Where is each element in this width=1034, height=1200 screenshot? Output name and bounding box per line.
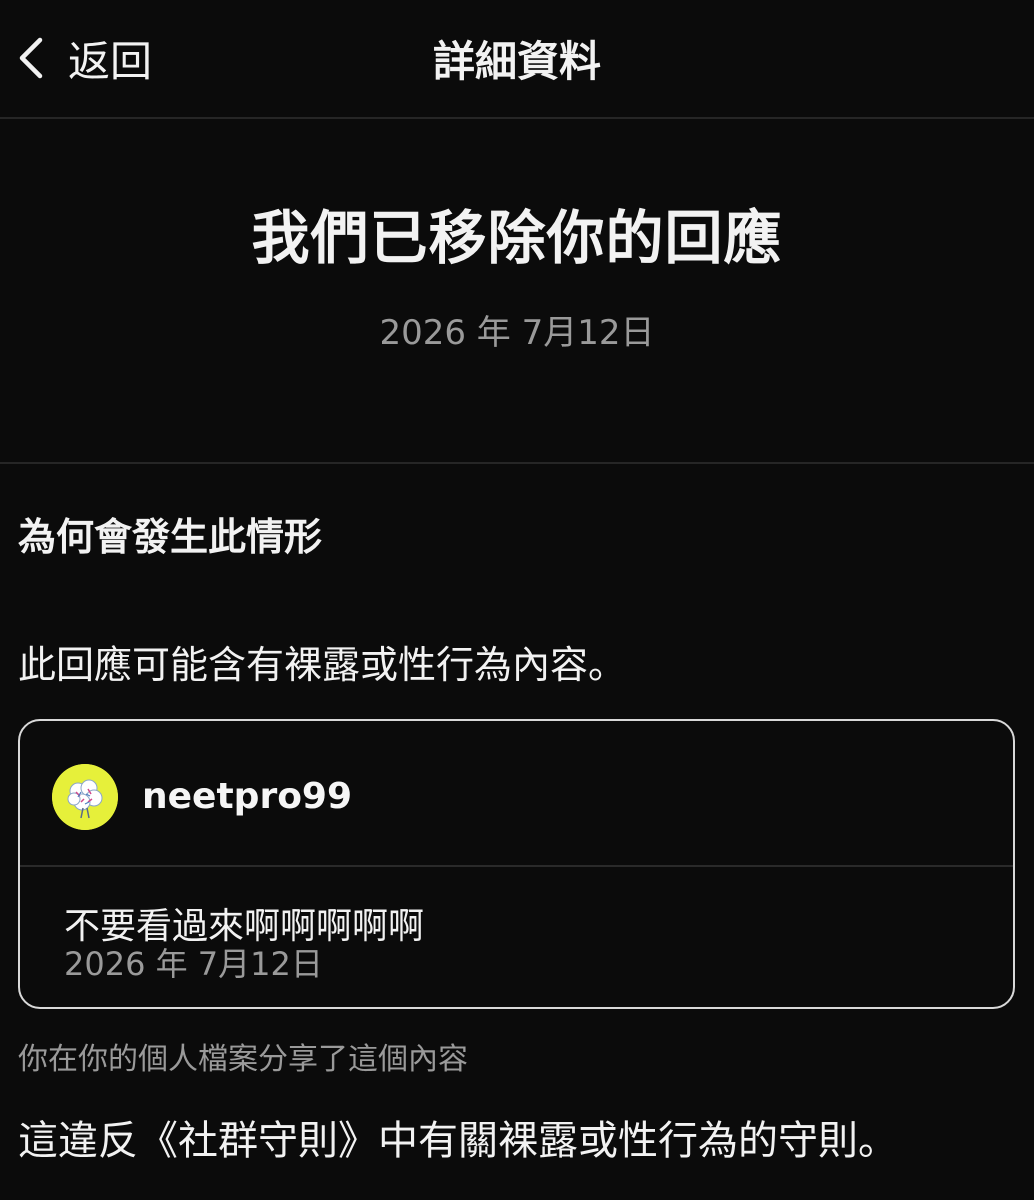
avatar-image: [52, 764, 118, 830]
removal-date: 2026 年 7月12日: [379, 313, 655, 353]
shared-note: 你在你的個人檔案分享了這個內容: [18, 1042, 468, 1077]
removed-reply-card[interactable]: neetpro99 不要看過來啊啊啊啊啊 2026 年 7月12日: [18, 719, 1015, 1009]
violation-text: 這違反《社群守則》中有關裸露或性行為的守則。: [18, 1118, 898, 1164]
why-heading: 為何會發生此情形: [18, 515, 323, 559]
top-nav-bar: 返回 詳細資料: [0, 0, 1034, 119]
removal-summary: 我們已移除你的回應 2026 年 7月12日: [0, 119, 1034, 464]
card-user-row: neetpro99: [20, 721, 1013, 867]
avatar[interactable]: [52, 764, 118, 830]
removal-title: 我們已移除你的回應: [251, 204, 783, 272]
reason-text: 此回應可能含有裸露或性行為內容。: [18, 643, 627, 687]
reply-date: 2026 年 7月12日: [64, 945, 323, 983]
username[interactable]: neetpro99: [142, 776, 352, 817]
page-title: 詳細資料: [432, 37, 601, 86]
